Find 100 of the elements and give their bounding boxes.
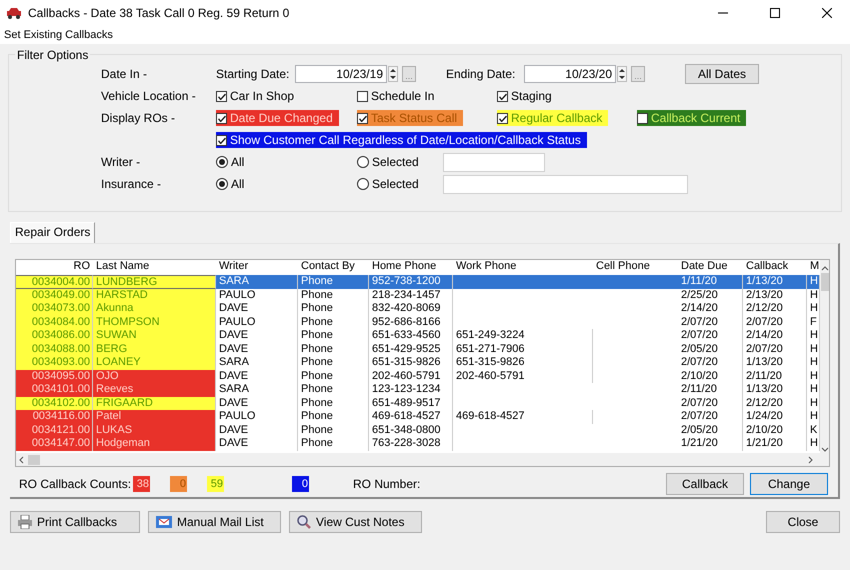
column-header[interactable]: Work Phone [453, 260, 593, 275]
table-cell: Reeves [93, 383, 216, 396]
table-cell: DAVE [216, 437, 298, 450]
input-field[interactable] [443, 174, 688, 194]
close-icon[interactable] [822, 8, 832, 18]
table-cell: Phone [298, 383, 369, 396]
callback-button[interactable]: Callback [666, 473, 744, 495]
table-cell: BERG [93, 342, 216, 356]
counts-label: RO Callback Counts: [19, 477, 132, 491]
minimize-icon[interactable] [718, 12, 728, 14]
table-row[interactable]: 0034116.00 Patel PAULO Phone 469-618-4527 469-618-4527 2/07/20 1/24/20 H [16, 410, 820, 424]
table-cell: 0034004.00 [16, 275, 93, 288]
car-icon [6, 7, 22, 19]
date-field[interactable]: 10/23/19 [295, 65, 387, 83]
column-header[interactable]: RO [16, 260, 93, 275]
table-row[interactable]: 0034073.00 Akunna DAVE Phone 832-420-8069 2/14/20 2/12/20 H [16, 302, 820, 316]
table-cell: 2/07/20 [678, 316, 743, 329]
table-cell: Phone [298, 396, 369, 410]
radio-button[interactable]: Selected [357, 176, 425, 192]
column-header[interactable]: Callback [743, 260, 807, 275]
table-cell: DAVE [216, 370, 298, 383]
field-label: Insurance - [101, 177, 162, 191]
table-cell: 0034121.00 [16, 424, 93, 437]
radio-dot-icon [219, 159, 225, 165]
checkmark-icon [358, 114, 366, 122]
spin-arrows-icon[interactable] [388, 66, 398, 82]
horizontal-scrollbar[interactable] [16, 453, 829, 466]
table-cell: DAVE [216, 424, 298, 437]
table-cell: 0034049.00 [16, 288, 93, 302]
count-badge: 38 [133, 476, 150, 492]
table-cell: 2/07/20 [678, 356, 743, 370]
table-cell: 1/24/20 [743, 410, 807, 424]
all-dates-button[interactable]: All Dates [685, 64, 759, 84]
table-cell: 2/14/20 [678, 302, 743, 316]
table-cell: 0034102.00 [16, 396, 93, 410]
mail-list-button[interactable]: Manual Mail List [148, 511, 281, 533]
table-cell: 651-249-3224 [453, 329, 593, 342]
table-cell: SARA [216, 383, 298, 396]
scroll-thumb[interactable] [820, 273, 828, 291]
tab[interactable]: Repair Orders [10, 222, 96, 243]
table-cell: 0034147.00 [16, 437, 93, 450]
column-header[interactable]: Date Due [678, 260, 743, 275]
table-cell: 952-738-1200 [369, 275, 453, 288]
radio-button[interactable]: All [216, 176, 250, 192]
spin-arrows-icon[interactable] [617, 66, 627, 82]
radio-button[interactable]: Selected [357, 154, 425, 170]
scroll-left-icon[interactable] [18, 456, 24, 464]
colored-checkbox[interactable]: Callback Current [637, 110, 746, 126]
table-row[interactable]: 0034049.00 HARSTAD PAULO Phone 218-234-1457 2/25/20 2/13/20 H [16, 288, 820, 302]
scroll-thumb[interactable] [28, 454, 40, 464]
table-row[interactable]: 0034102.00 FRIGAARD DAVE Phone 651-489-9517 2/07/20 2/12/20 H [16, 396, 820, 410]
table-cell: 218-234-1457 [369, 288, 453, 302]
vertical-scrollbar[interactable] [820, 260, 829, 453]
column-header[interactable]: Home Phone [369, 260, 453, 275]
table-row[interactable]: 0034147.00 Hodgeman DAVE Phone 763-228-3028 1/21/20 1/21/20 H [16, 437, 820, 450]
radio-button[interactable]: All [216, 154, 250, 170]
table-cell: 1/13/20 [743, 356, 807, 370]
scroll-down-icon[interactable] [820, 447, 828, 453]
table-cell: 651-315-9826 [453, 356, 593, 370]
table-row[interactable]: 0034086.00 SUWAN DAVE Phone 651-633-4560 651-249-3224 2/07/20 2/14/20 H [16, 329, 820, 342]
input-field[interactable] [443, 152, 545, 172]
table-cell: 0034084.00 [16, 316, 93, 329]
change-button[interactable]: Change [750, 473, 828, 495]
column-header[interactable]: Cell Phone [593, 260, 678, 275]
table-row[interactable]: 0034004.00 LUNDBERG SARA Phone 952-738-1200 1/11/20 1/13/20 H [16, 275, 820, 288]
print-button[interactable]: Print Callbacks [10, 511, 140, 533]
column-header[interactable]: Contact By [298, 260, 369, 275]
ro-number-label: RO Number: [353, 477, 420, 491]
table-row[interactable]: 0034088.00 BERG DAVE Phone 651-429-9525 651-271-7906 2/05/20 2/07/20 H [16, 342, 820, 356]
column-header[interactable]: M [807, 260, 820, 275]
checkbox[interactable]: Schedule In [357, 88, 440, 104]
table-row[interactable]: 0034121.00 LUKAS DAVE Phone 651-348-0800 2/05/20 2/10/20 K [16, 424, 820, 437]
checkbox[interactable]: Car In Shop [216, 88, 300, 104]
table-row[interactable]: 0034095.00 OJO DAVE Phone 202-460-5791 202-460-5791 2/10/20 2/11/20 H [16, 370, 820, 383]
table-cell: 651-489-9517 [369, 396, 453, 410]
notes-button[interactable]: View Cust Notes [289, 511, 422, 533]
scroll-right-icon[interactable] [808, 456, 814, 464]
table-cell: 2/07/20 [678, 329, 743, 342]
colored-checkbox[interactable]: Show Customer Call Regardless of Date/Location/Callback Status [216, 132, 587, 148]
date-field[interactable]: 10/23/20 [524, 65, 616, 83]
maximize-icon[interactable] [770, 8, 780, 18]
menu-item[interactable]: Set Existing Callbacks [4, 29, 113, 41]
magnifier-icon [296, 514, 312, 530]
table-cell: 952-686-8166 [369, 316, 453, 329]
checkbox[interactable]: Staging [497, 88, 558, 104]
table-cell: 0034073.00 [16, 302, 93, 316]
table-cell: 1/13/20 [743, 383, 807, 396]
column-header[interactable]: Last Name [93, 260, 216, 275]
count-badge: 0 [170, 476, 187, 492]
table-row[interactable]: 0034093.00 LOANEY SARA Phone 651-315-9826 651-315-9826 2/07/20 1/13/20 H [16, 356, 820, 370]
table-cell: 2/07/20 [743, 316, 807, 329]
close-button[interactable]: Close [766, 511, 840, 533]
table-cell: SARA [216, 275, 298, 288]
scroll-up-icon[interactable] [820, 265, 828, 271]
column-header[interactable]: Writer [216, 260, 298, 275]
table-cell: 651-315-9826 [369, 356, 453, 370]
table-row[interactable]: 0034101.00 Reeves SARA Phone 123-123-1234 2/11/20 1/13/20 H [16, 383, 820, 396]
checkmark-icon [498, 114, 506, 122]
table-row[interactable]: 0034084.00 THOMPSON PAULO Phone 952-686-8166 2/07/20 2/07/20 F [16, 316, 820, 329]
table-cell: Phone [298, 356, 369, 370]
